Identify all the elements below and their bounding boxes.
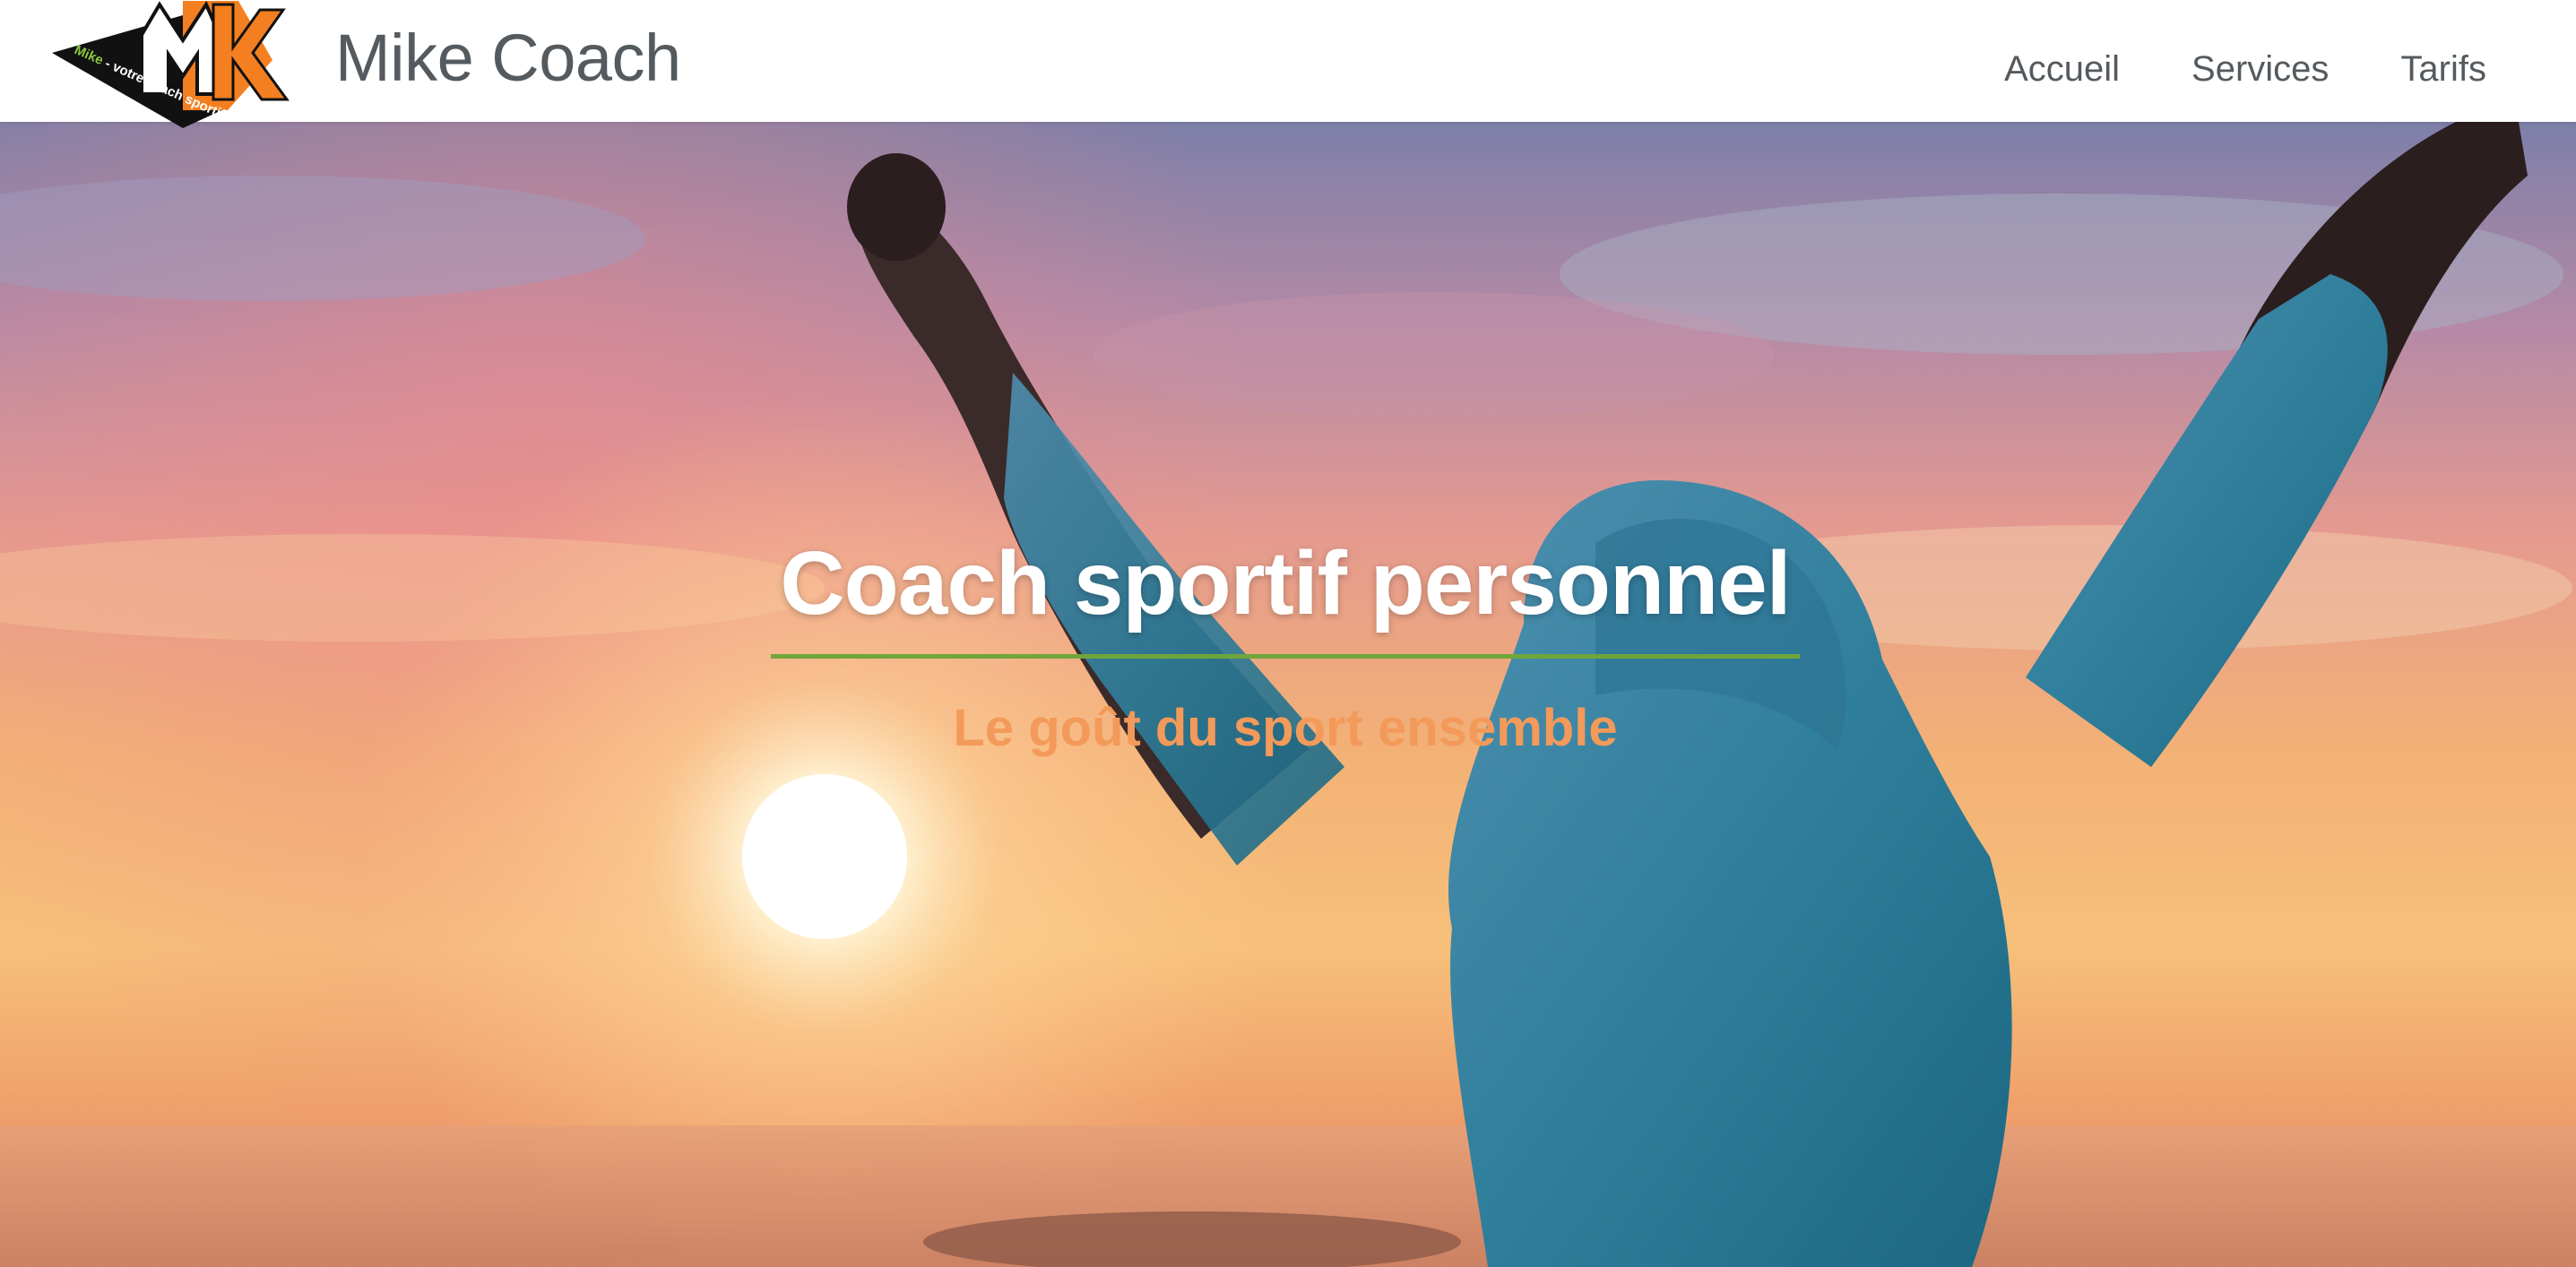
- nav-tarifs-link[interactable]: Tarifs: [2400, 49, 2486, 90]
- nav-accueil-link[interactable]: Accueil: [2004, 49, 2120, 90]
- main-nav: Accueil Services Tarifs: [2004, 0, 2486, 122]
- hero-content: Coach sportif personnel Le goût du sport…: [771, 534, 1800, 757]
- hero-section: Coach sportif personnel Le goût du sport…: [0, 122, 2576, 1267]
- hero-subtitle: Le goût du sport ensemble: [953, 699, 1618, 757]
- page: Mike - votre coach sportif Mike Coach Ac…: [0, 0, 2576, 1267]
- hero-divider: [771, 654, 1800, 659]
- mk-logo-icon: Mike - votre coach sportif: [52, 0, 290, 128]
- brand-name: Mike Coach: [335, 20, 681, 95]
- brand-link[interactable]: Mike - votre coach sportif Mike Coach: [48, 0, 681, 128]
- hero-title: Coach sportif personnel: [780, 533, 1791, 634]
- site-header: Mike - votre coach sportif Mike Coach Ac…: [0, 0, 2576, 128]
- nav-services-link[interactable]: Services: [2191, 49, 2329, 90]
